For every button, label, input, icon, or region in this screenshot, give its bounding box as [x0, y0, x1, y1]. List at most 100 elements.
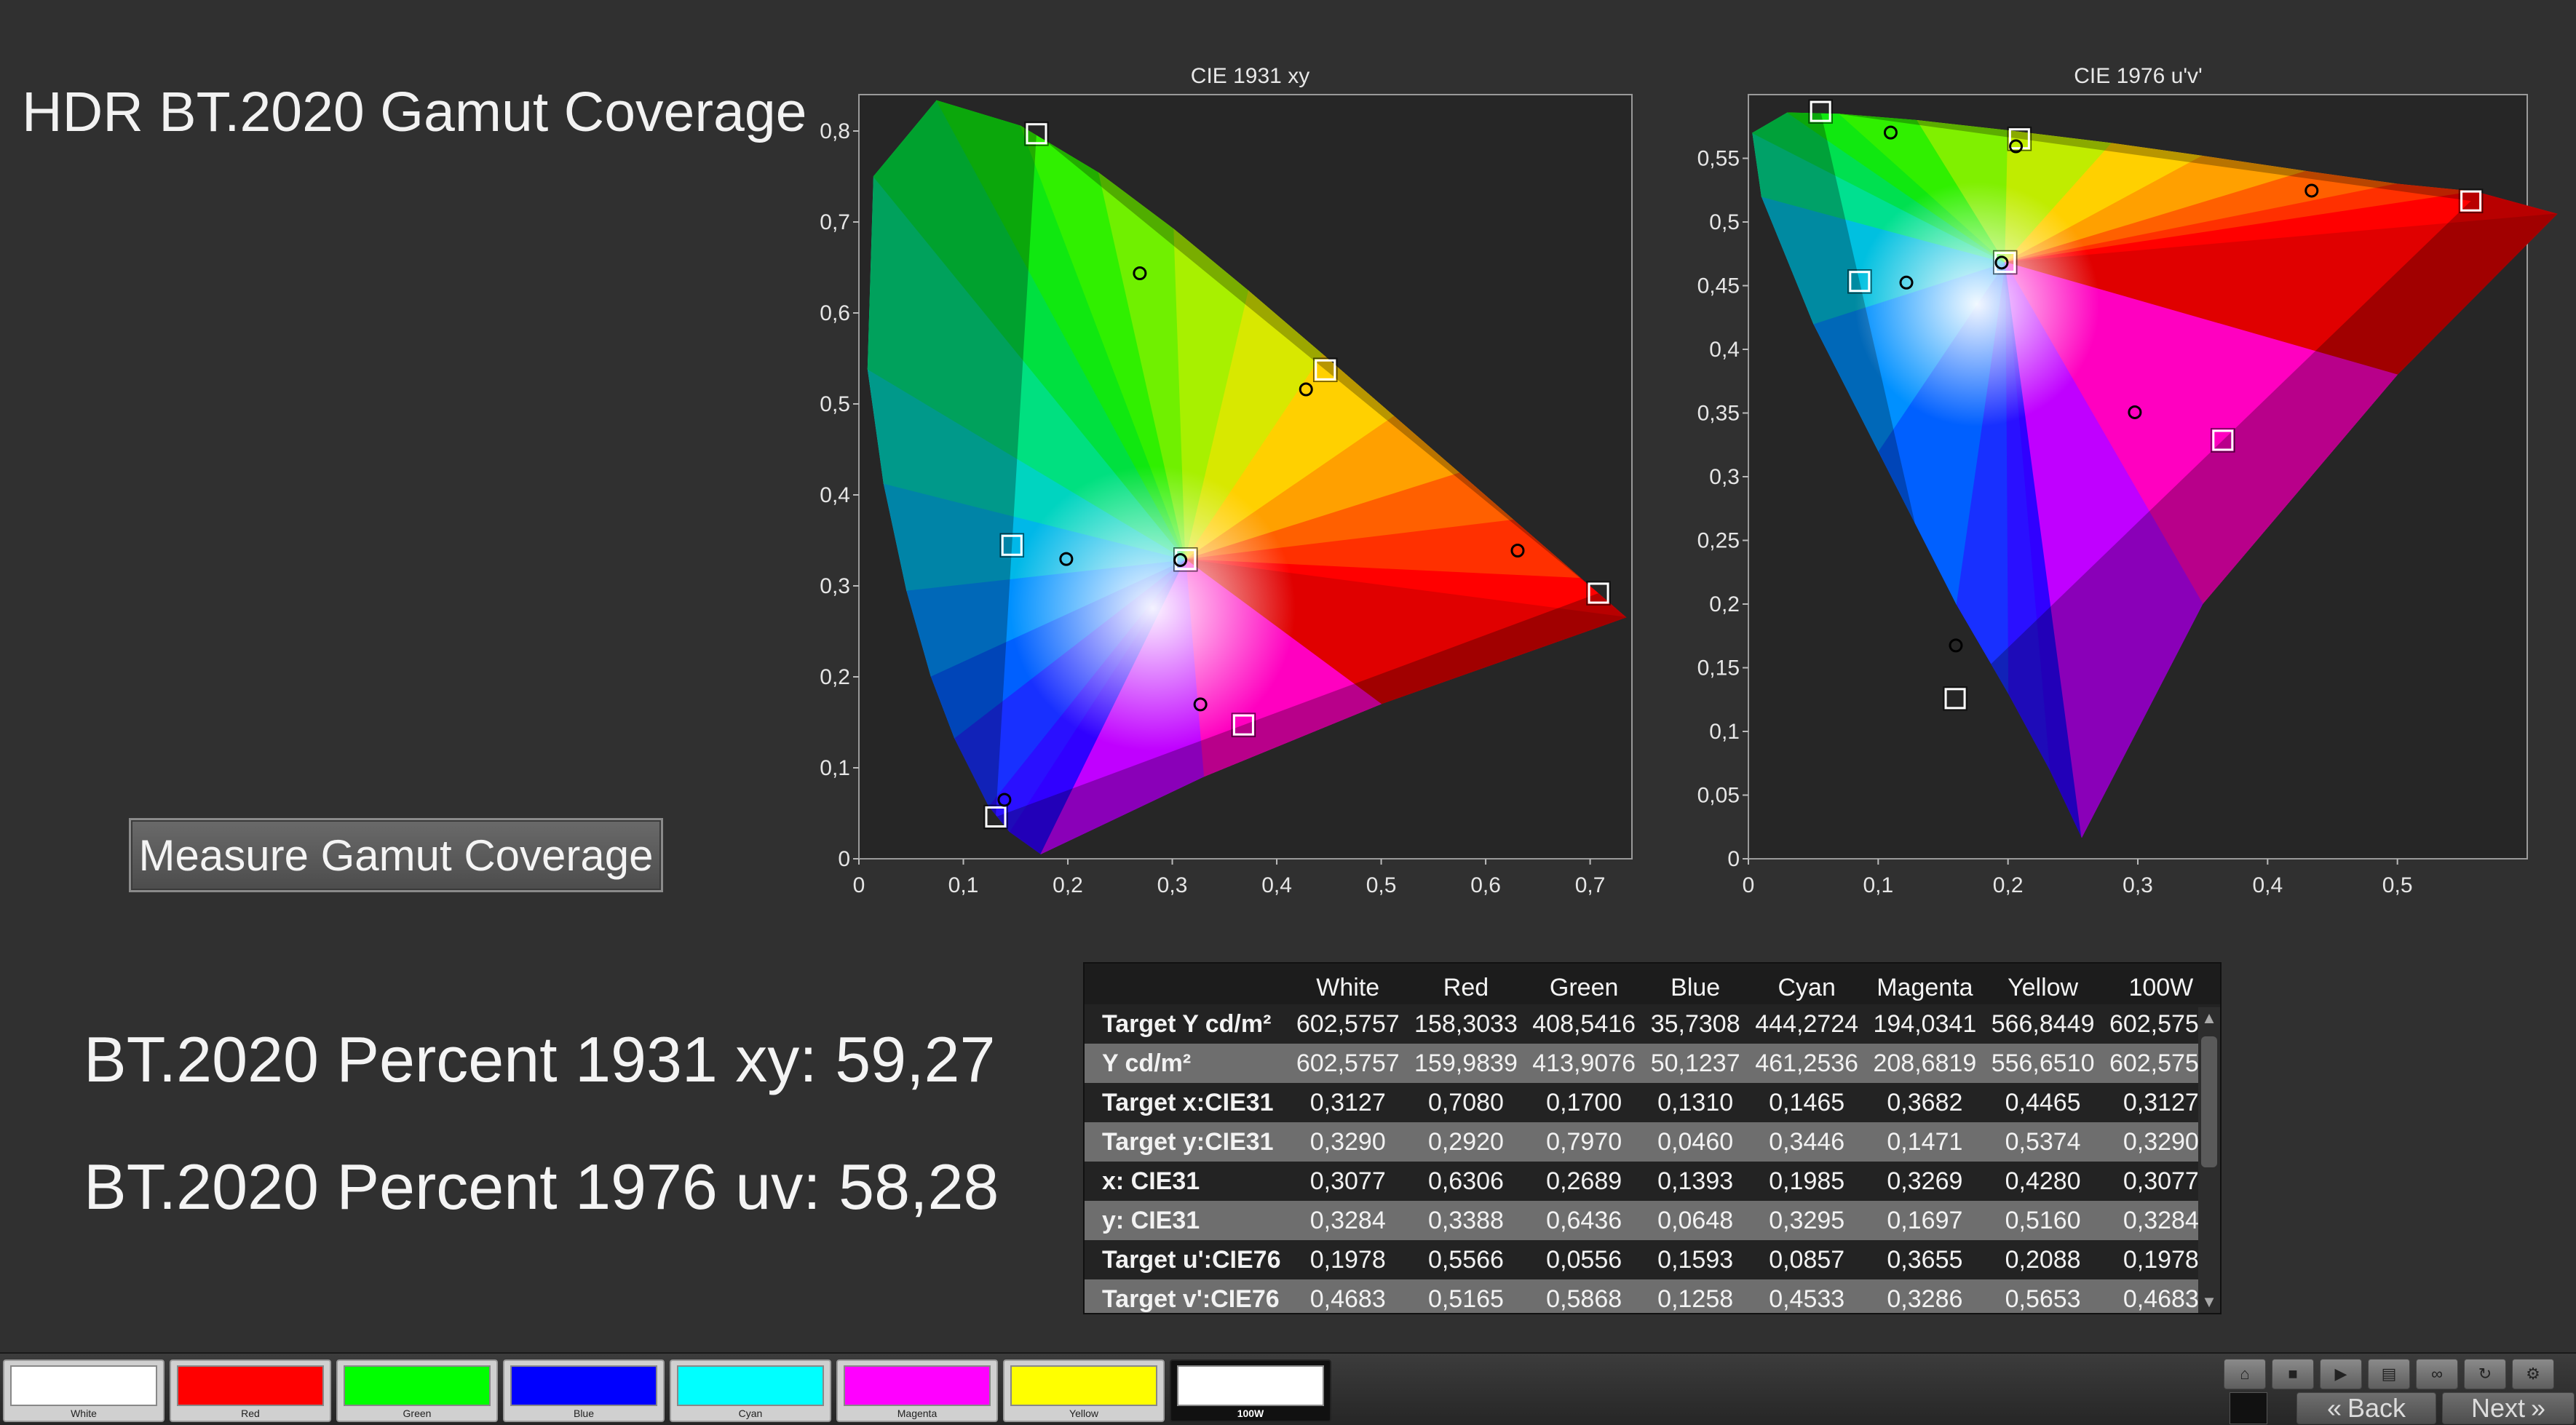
table-cell: 0,6306: [1406, 1162, 1526, 1201]
swatch-blue[interactable]: Blue: [503, 1359, 665, 1422]
percent-1976-readout: BT.2020 Percent 1976 uv: 58,28: [84, 1151, 999, 1223]
table-cell: 0,1471: [1866, 1122, 1984, 1162]
back-button[interactable]: « Back: [2296, 1392, 2436, 1424]
table-cell: 444,2724: [1748, 1004, 1866, 1044]
swatch-yellow[interactable]: Yellow: [1003, 1359, 1165, 1422]
row-label: x: CIE31: [1085, 1162, 1289, 1201]
y-tick-label: 0,55: [1697, 147, 1740, 171]
table-cell: 0,1310: [1643, 1083, 1748, 1122]
row-label: y: CIE31: [1085, 1201, 1289, 1240]
loop-icon[interactable]: ∞: [2416, 1359, 2458, 1389]
measure-gamut-coverage-button[interactable]: Measure Gamut Coverage: [129, 818, 663, 892]
x-tick-label: 0,5: [1366, 873, 1397, 897]
swatch-color: [10, 1365, 157, 1406]
refresh-icon[interactable]: ↻: [2464, 1359, 2506, 1389]
swatch-cyan[interactable]: Cyan: [670, 1359, 831, 1422]
x-tick-label: 0,1: [948, 873, 979, 897]
table-cell: 0,5374: [1983, 1122, 2102, 1162]
y-tick-label: 0,7: [820, 210, 850, 234]
swatch-red[interactable]: Red: [170, 1359, 331, 1422]
swatch-color: [1177, 1365, 1324, 1406]
display-icon[interactable]: [2230, 1392, 2267, 1424]
scroll-up-icon[interactable]: ▲: [2198, 1007, 2220, 1029]
x-tick-label: 0,2: [1993, 873, 2024, 897]
table-cell: 208,6819: [1866, 1044, 1984, 1083]
swatch-label: Yellow: [1069, 1408, 1098, 1419]
table-cell: 0,3295: [1748, 1201, 1866, 1240]
table-cell: 0,1593: [1643, 1240, 1748, 1279]
table-row: Target u':CIE76 0,1978 0,5566 0,0556 0,1593 0…: [1085, 1240, 2220, 1279]
table-row: Target y:CIE31 0,3290 0,2920 0,7970 0,0460 0,…: [1085, 1122, 2220, 1162]
swatch-color: [510, 1365, 657, 1406]
y-tick-label: 0,5: [820, 392, 850, 416]
table-cell: 0,7970: [1525, 1122, 1644, 1162]
table-cell: 0,3682: [1866, 1083, 1984, 1122]
table-cell: 0,3077: [1288, 1162, 1407, 1201]
table-cell: 0,1985: [1748, 1162, 1866, 1201]
table-cell: 0,1700: [1525, 1083, 1644, 1122]
row-label: Target y:CIE31: [1085, 1122, 1289, 1162]
play-icon[interactable]: ▶: [2320, 1359, 2362, 1389]
column-header: White: [1316, 973, 1380, 1001]
y-tick-label: 0,15: [1697, 656, 1740, 680]
table-cell: 159,9839: [1406, 1044, 1526, 1083]
x-tick-label: 0,7: [1575, 873, 1606, 897]
y-tick-label: 0: [1727, 847, 1740, 871]
y-tick-label: 0,8: [820, 119, 850, 143]
table-cell: 0,0648: [1643, 1201, 1748, 1240]
table-cell: 0,3446: [1748, 1122, 1866, 1162]
camera-icon[interactable]: ⌂: [2224, 1359, 2266, 1389]
table-cell: 556,6510: [1983, 1044, 2102, 1083]
swatch-magenta[interactable]: Magenta: [836, 1359, 998, 1422]
y-tick-label: 0,3: [1709, 465, 1740, 489]
swatch-label: Red: [241, 1408, 260, 1419]
x-tick-label: 0: [853, 873, 865, 897]
y-tick-label: 0: [838, 847, 850, 871]
save-icon[interactable]: ▤: [2368, 1359, 2410, 1389]
next-button[interactable]: Next »: [2442, 1392, 2575, 1424]
table-cell: 194,0341: [1866, 1004, 1984, 1044]
y-tick-label: 0,1: [820, 756, 850, 780]
scroll-down-icon[interactable]: ▼: [2198, 1291, 2220, 1313]
column-header: 100W: [2128, 973, 2194, 1001]
row-label: Y cd/m²: [1085, 1044, 1289, 1083]
swatch-label: Cyan: [738, 1408, 763, 1419]
stop-icon[interactable]: ■: [2272, 1359, 2314, 1389]
y-tick-label: 0,2: [820, 665, 850, 689]
gear-icon[interactable]: ⚙: [2512, 1359, 2554, 1389]
back-label: Back: [2347, 1393, 2406, 1423]
column-header: Cyan: [1778, 973, 1836, 1001]
table-cell: 50,1237: [1643, 1044, 1748, 1083]
table-row: Target x:CIE31 0,3127 0,7080 0,1700 0,1310 0,…: [1085, 1083, 2220, 1122]
table-row: Target v':CIE76 0,4683 0,5165 0,5868 0,1258 0…: [1085, 1279, 2220, 1313]
table-cell: 158,3033: [1406, 1004, 1526, 1044]
table-cell: 0,5160: [1983, 1201, 2102, 1240]
table-cell: 0,3284: [1288, 1201, 1407, 1240]
swatch-green[interactable]: Green: [336, 1359, 498, 1422]
next-label: Next: [2470, 1393, 2525, 1423]
scroll-thumb[interactable]: [2201, 1036, 2217, 1167]
swatch-label: Green: [403, 1408, 432, 1419]
swatch-white[interactable]: White: [3, 1359, 165, 1422]
table-cell: 0,3286: [1866, 1279, 1984, 1313]
column-header: Blue: [1671, 973, 1721, 1001]
column-header: Red: [1443, 973, 1489, 1001]
row-label: Target Y cd/m²: [1085, 1004, 1289, 1044]
table-cell: 0,5868: [1525, 1279, 1644, 1313]
table-scrollbar[interactable]: ▲ ▼: [2198, 1007, 2220, 1313]
percent-1931-readout: BT.2020 Percent 1931 xy: 59,27: [84, 1023, 996, 1095]
x-tick-label: 0,4: [2252, 873, 2283, 897]
swatch-100w[interactable]: 100W: [1170, 1359, 1331, 1422]
table-cell: 602,5757: [1288, 1044, 1407, 1083]
table-cell: 566,8449: [1983, 1004, 2102, 1044]
swatch-color: [344, 1365, 491, 1406]
column-header: Green: [1549, 973, 1619, 1001]
table-cell: 0,3290: [1288, 1122, 1407, 1162]
x-tick-label: 0,5: [2382, 873, 2413, 897]
swatch-label: Blue: [573, 1408, 595, 1419]
table-cell: 0,3388: [1406, 1201, 1526, 1240]
cie1931-chart: 0 0,1 0,2 0,3 0,4 0,5 0,6 0,7 0 0,1 0,2 0,3 0,4 0,5 0,…: [820, 94, 1633, 897]
y-tick-label: 0,45: [1697, 274, 1740, 298]
table-cell: 0,1978: [1288, 1240, 1407, 1279]
table-cell: 0,2088: [1983, 1240, 2102, 1279]
